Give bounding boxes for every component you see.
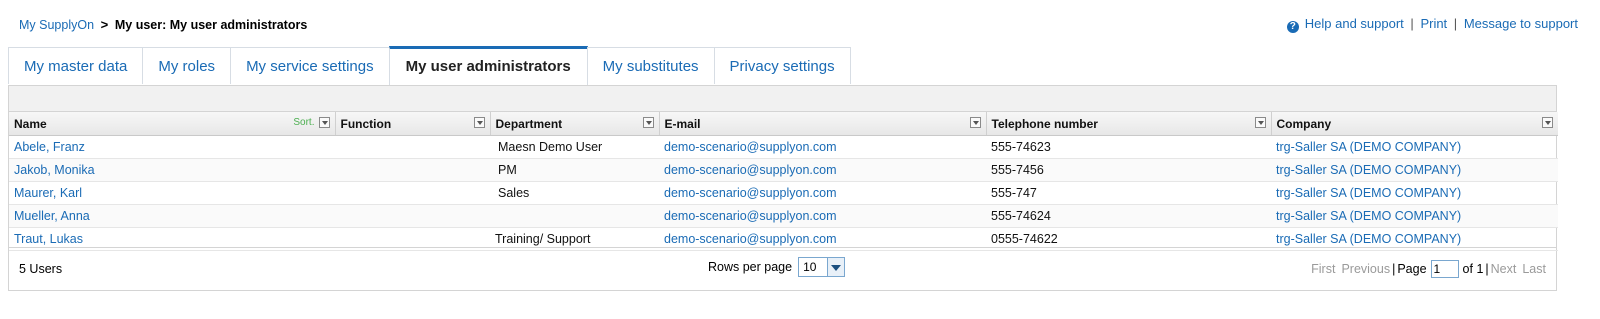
column-header-email[interactable]: E-mail xyxy=(659,112,987,136)
email-link[interactable]: demo-scenario@supplyon.com xyxy=(659,181,986,205)
table-row: Jakob, Monika PM demo-scenario@supplyon.… xyxy=(9,158,1558,182)
filter-dropdown-icon[interactable] xyxy=(1542,117,1553,128)
tab-my-user-administrators[interactable]: My user administrators xyxy=(388,46,588,85)
tab-privacy-settings[interactable]: Privacy settings xyxy=(713,47,851,84)
rows-per-page: Rows per page 10 xyxy=(708,257,846,277)
table-row: Maurer, Karl Sales demo-scenario@supplyo… xyxy=(9,181,1558,205)
department-cell: PM xyxy=(490,158,659,182)
print-link[interactable]: Print xyxy=(1420,16,1447,31)
column-header-label: Department xyxy=(495,116,563,131)
breadcrumb: My SupplyOn > My user: My user administr… xyxy=(19,17,307,32)
rows-per-page-select[interactable]: 10 xyxy=(798,257,846,277)
table-footer: 5 Users Rows per page 10 First Previous … xyxy=(9,247,1556,290)
function-cell xyxy=(335,135,490,159)
filter-dropdown-icon[interactable] xyxy=(318,117,330,128)
rows-per-page-label: Rows per page xyxy=(708,260,793,274)
function-cell xyxy=(335,158,490,182)
table-header-row: Name Sort. Function Department E-mail Te… xyxy=(9,112,1558,136)
user-count: 5 Users xyxy=(19,262,63,276)
last-page-link[interactable]: Last xyxy=(1522,262,1546,276)
table-row: Abele, Franz Maesn Demo User demo-scenar… xyxy=(9,135,1558,159)
breadcrumb-current: My user: My user administrators xyxy=(114,18,308,32)
tab-my-roles[interactable]: My roles xyxy=(142,47,232,84)
help-and-support-link[interactable]: Help and support xyxy=(1305,16,1404,31)
column-header-name[interactable]: Name Sort. xyxy=(9,112,336,136)
company-link[interactable]: trg-Saller SA (DEMO COMPANY) xyxy=(1271,158,1558,182)
table-toolbar xyxy=(9,86,1556,112)
department-cell xyxy=(490,204,659,228)
rows-per-page-value: 10 xyxy=(803,260,817,274)
user-administrators-table: Name Sort. Function Department E-mail Te… xyxy=(9,112,1558,251)
column-header-company[interactable]: Company xyxy=(1271,112,1558,136)
company-link[interactable]: trg-Saller SA (DEMO COMPANY) xyxy=(1271,181,1558,205)
column-header-label: E-mail xyxy=(664,116,701,131)
divider: | xyxy=(1485,262,1489,276)
sort-link[interactable]: Sort. xyxy=(293,117,314,128)
email-link[interactable]: demo-scenario@supplyon.com xyxy=(659,135,986,159)
help-links: ? Help and support | Print | Message to s… xyxy=(1286,16,1578,33)
department-cell: Sales xyxy=(490,181,659,205)
company-link[interactable]: trg-Saller SA (DEMO COMPANY) xyxy=(1271,204,1558,228)
first-page-link[interactable]: First xyxy=(1311,262,1335,276)
user-name-link[interactable]: Maurer, Karl xyxy=(9,181,335,205)
page-number-input[interactable] xyxy=(1430,260,1459,278)
column-header-label: Name xyxy=(14,116,47,131)
department-cell: Maesn Demo User xyxy=(490,135,659,159)
filter-dropdown-icon[interactable] xyxy=(473,117,485,128)
page-of-label: of 1 xyxy=(1462,262,1484,276)
tab-my-service-settings[interactable]: My service settings xyxy=(230,47,390,84)
column-header-label: Telephone number xyxy=(991,116,1098,131)
divider: | xyxy=(1453,16,1458,31)
telephone-cell: 555-74624 xyxy=(986,204,1271,228)
message-to-support-link[interactable]: Message to support xyxy=(1464,16,1578,31)
next-page-link[interactable]: Next xyxy=(1491,262,1517,276)
breadcrumb-separator: > xyxy=(100,17,109,32)
chevron-down-icon[interactable] xyxy=(827,258,845,276)
page-label: Page xyxy=(1397,262,1427,276)
divider: | xyxy=(1392,262,1396,276)
question-circle-icon[interactable]: ? xyxy=(1286,21,1299,33)
telephone-cell: 555-74623 xyxy=(986,135,1271,159)
tab-bar: My master data My roles My service setti… xyxy=(8,46,851,85)
telephone-cell: 555-7456 xyxy=(986,158,1271,182)
filter-dropdown-icon[interactable] xyxy=(969,117,981,128)
function-cell xyxy=(335,204,490,228)
column-header-label: Function xyxy=(340,116,392,131)
tab-my-substitutes[interactable]: My substitutes xyxy=(586,47,715,84)
function-cell xyxy=(335,181,490,205)
table-row: Mueller, Anna demo-scenario@supplyon.com… xyxy=(9,204,1558,228)
company-link[interactable]: trg-Saller SA (DEMO COMPANY) xyxy=(1271,135,1558,159)
user-name-link[interactable]: Mueller, Anna xyxy=(9,204,335,228)
user-name-link[interactable]: Jakob, Monika xyxy=(9,158,335,182)
user-name-link[interactable]: Abele, Franz xyxy=(9,135,335,159)
column-header-function[interactable]: Function xyxy=(335,112,491,136)
email-link[interactable]: demo-scenario@supplyon.com xyxy=(659,204,986,228)
column-header-label: Company xyxy=(1276,116,1332,131)
column-header-telephone[interactable]: Telephone number xyxy=(986,112,1272,136)
user-administrators-panel: Name Sort. Function Department E-mail Te… xyxy=(8,85,1558,291)
filter-dropdown-icon[interactable] xyxy=(642,117,654,128)
pagination: First Previous | Page of 1 | Next Last xyxy=(1311,260,1546,278)
previous-page-link[interactable]: Previous xyxy=(1341,262,1390,276)
email-link[interactable]: demo-scenario@supplyon.com xyxy=(659,158,986,182)
breadcrumb-home-link[interactable]: My SupplyOn xyxy=(19,18,94,32)
telephone-cell: 555-747 xyxy=(986,181,1271,205)
tab-my-master-data[interactable]: My master data xyxy=(8,47,144,84)
filter-dropdown-icon[interactable] xyxy=(1254,117,1266,128)
divider: | xyxy=(1410,16,1414,31)
column-header-department[interactable]: Department xyxy=(490,112,660,136)
top-bar: My SupplyOn > My user: My user administr… xyxy=(0,0,1600,46)
